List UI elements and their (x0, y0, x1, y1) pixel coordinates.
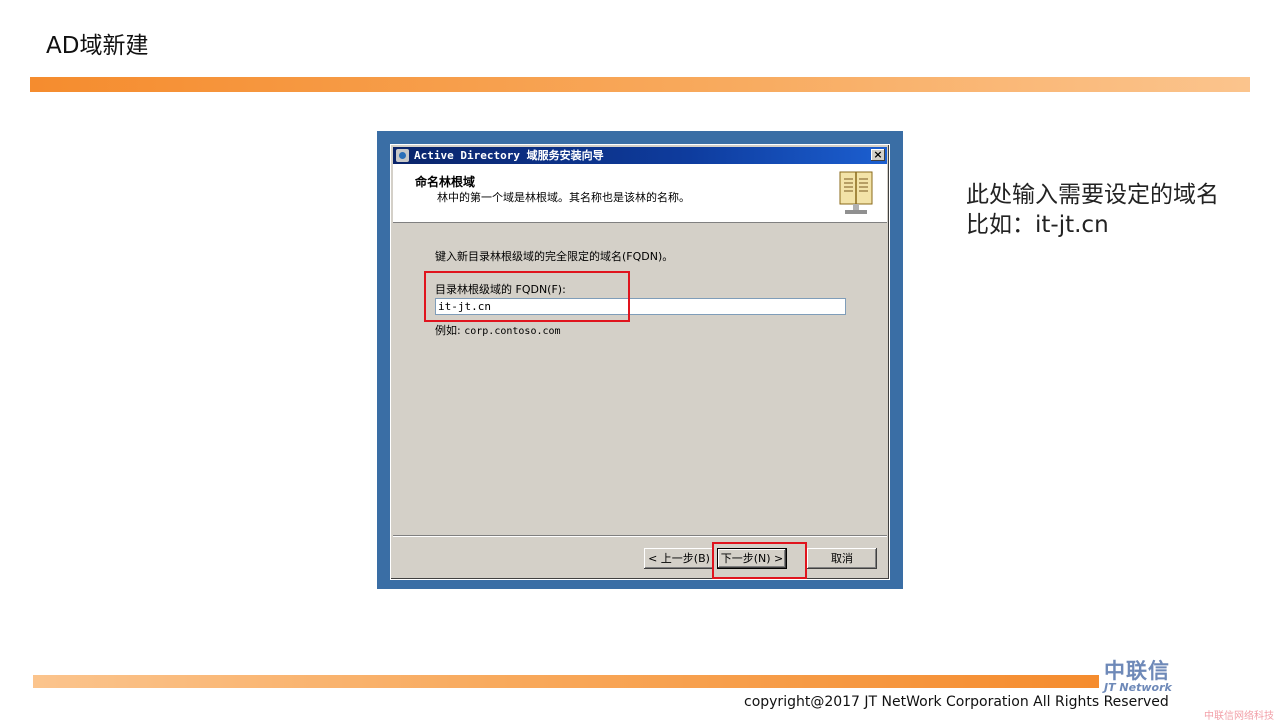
slide-title: AD域新建 (46, 33, 149, 59)
logo-english-text: JT Network (1104, 681, 1172, 694)
wizard-header: 命名林根域 林中的第一个域是林根域。其名称也是该林的名称。 (393, 164, 887, 223)
example-value: corp.contoso.com (464, 326, 561, 337)
copyright-text: copyright@2017 JT NetWork Corporation Al… (744, 694, 1169, 710)
wizard-app-icon (396, 149, 409, 162)
bottom-accent-bar (33, 675, 1099, 688)
page-subtitle: 林中的第一个域是林根域。其名称也是该林的名称。 (437, 191, 690, 204)
book-icon (839, 171, 873, 214)
wizard-dialog: Active Directory 域服务安装向导 × 命名林根域 林中的第一个域… (390, 144, 890, 580)
dialog-screenshot: Active Directory 域服务安装向导 × 命名林根域 林中的第一个域… (377, 131, 903, 589)
example-label: 例如: (435, 324, 461, 337)
annotation-line-2: 比如：it-jt.cn (966, 212, 1109, 238)
top-accent-bar (30, 77, 1250, 92)
button-separator (393, 535, 887, 537)
page-title: 命名林根域 (415, 175, 476, 189)
dialog-titlebar[interactable]: Active Directory 域服务安装向导 × (393, 147, 887, 164)
company-logo: 中联信 JT Network (1104, 660, 1204, 693)
annotation-note: 此处输入需要设定的域名 比如：it-jt.cn (966, 180, 1219, 240)
logo-chinese-text: 中联信 (1104, 659, 1170, 683)
back-button[interactable]: < 上一步(B) (644, 548, 714, 569)
close-button[interactable]: × (871, 149, 885, 161)
cancel-button[interactable]: 取消 (807, 548, 877, 569)
annotation-line-1: 此处输入需要设定的域名 (966, 182, 1219, 208)
highlight-fqdn-field (424, 271, 630, 322)
highlight-next-button (712, 542, 807, 579)
example-text: 例如: corp.contoso.com (435, 322, 561, 338)
dialog-title: Active Directory 域服务安装向导 (414, 149, 604, 162)
instruction-text: 键入新目录林根级域的完全限定的域名(FQDN)。 (435, 250, 674, 263)
